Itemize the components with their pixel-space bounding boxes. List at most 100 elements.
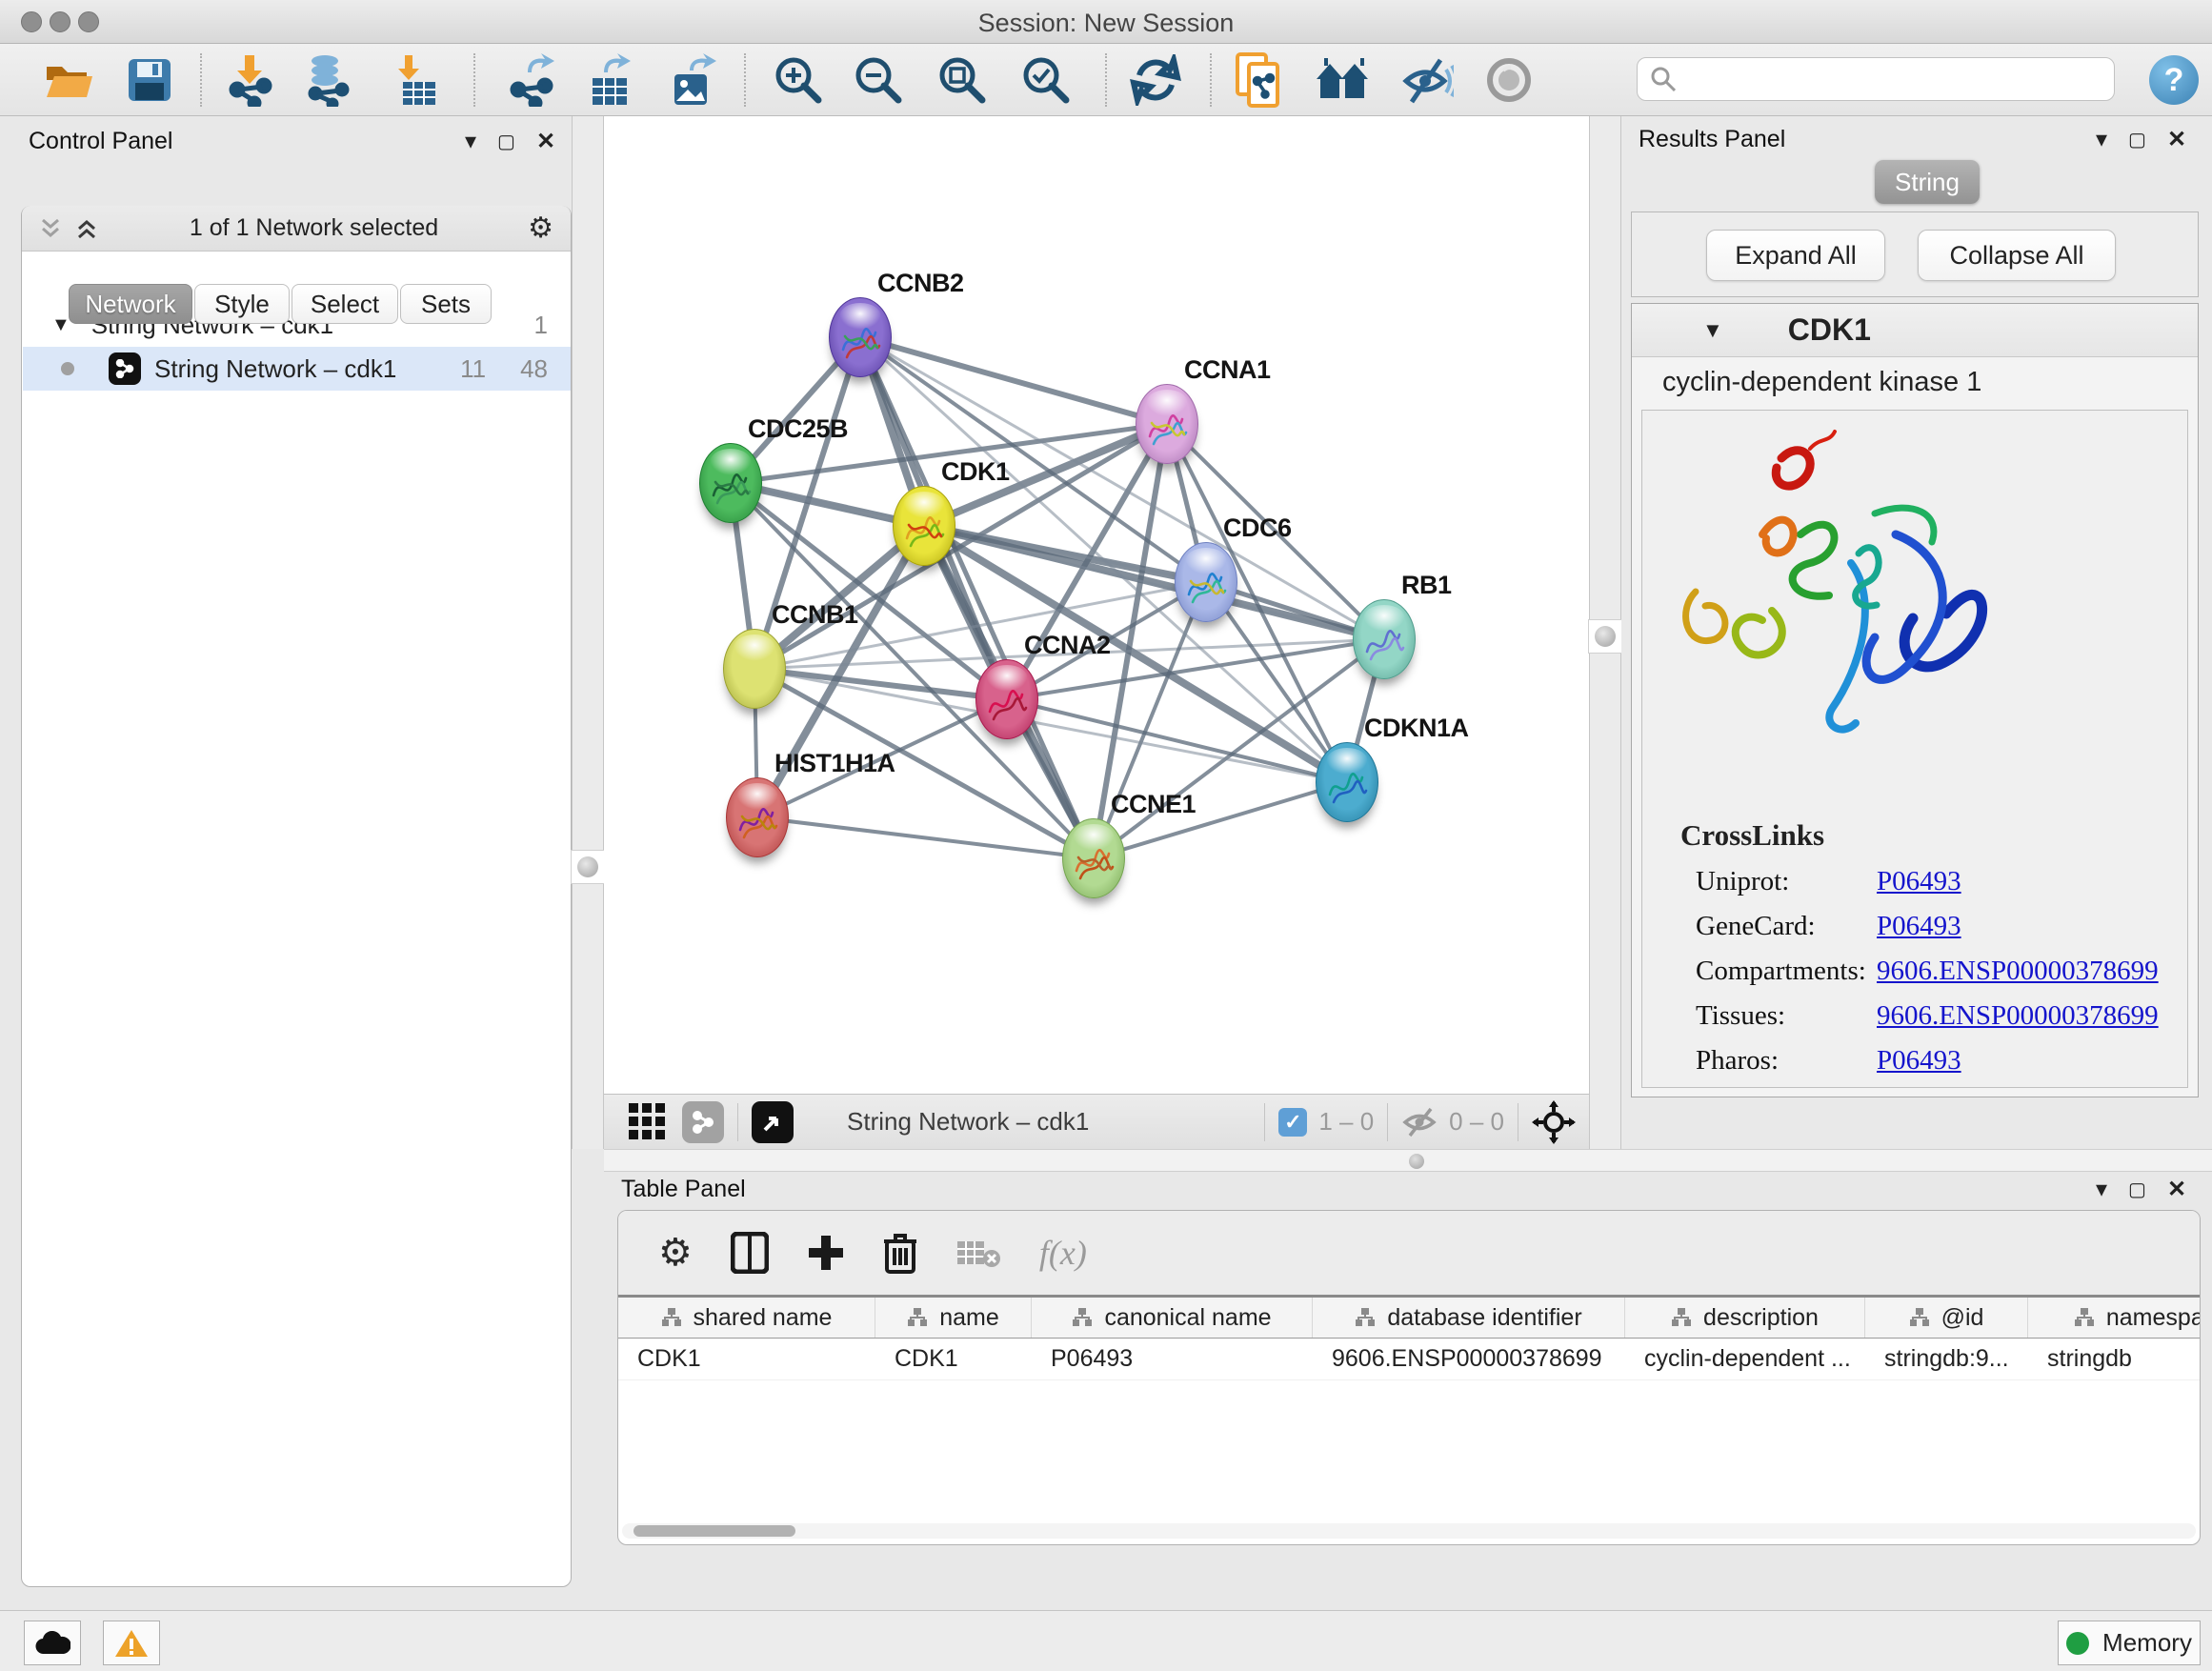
selected-checkbox-icon[interactable]: ✓	[1278, 1108, 1307, 1137]
crosslink-link[interactable]: P06493	[1877, 1045, 1961, 1077]
collapse-panel-icon[interactable]: ▾	[2096, 126, 2107, 153]
edge[interactable]	[754, 669, 1007, 699]
zoom-in-icon[interactable]	[772, 53, 825, 107]
collapse-panel-icon[interactable]: ▾	[465, 128, 476, 155]
export-network-icon[interactable]	[506, 53, 559, 107]
edge[interactable]	[860, 337, 1094, 858]
grid-view-icon[interactable]	[627, 1101, 669, 1143]
export-image-icon[interactable]	[666, 53, 719, 107]
warning-button[interactable]	[103, 1621, 160, 1665]
network-node-CCNA1[interactable]	[1136, 384, 1198, 464]
left-splitter-handle[interactable]	[571, 850, 605, 884]
edge[interactable]	[860, 337, 1384, 639]
string-view-icon[interactable]	[682, 1101, 724, 1143]
network-canvas[interactable]: CCNB2CCNA1CDC25BCDK1CDC6RB1CCNB1CCNA2CDK…	[604, 116, 1589, 1094]
network-node-CDKN1A[interactable]	[1316, 742, 1378, 822]
network-node-CCNA2[interactable]	[975, 659, 1038, 739]
first-neighbors-icon[interactable]	[1315, 53, 1368, 107]
network-node-CCNB1[interactable]	[723, 629, 786, 709]
card-caret-icon[interactable]: ▼	[1702, 318, 1723, 343]
gear-icon[interactable]: ⚙	[658, 1231, 693, 1275]
crosslink-link[interactable]: 9606.ENSP00000378699	[1877, 956, 2159, 987]
horizontal-splitter[interactable]	[604, 1149, 2212, 1172]
zoom-fit-icon[interactable]	[935, 53, 989, 107]
column-header-namespace[interactable]: namespace	[2028, 1298, 2201, 1338]
close-panel-icon[interactable]: ✕	[2167, 1176, 2186, 1203]
help-icon[interactable]: ?	[2149, 55, 2199, 105]
expand-all-button[interactable]: Expand All	[1706, 230, 1885, 281]
crosslink-link[interactable]: P06493	[1877, 911, 1961, 942]
column-header-name[interactable]: name	[875, 1298, 1032, 1338]
table-row[interactable]: CDK1CDK1P064939606.ENSP00000378699cyclin…	[618, 1339, 2200, 1380]
edge[interactable]	[757, 817, 1094, 858]
right-splitter-handle[interactable]	[1588, 619, 1622, 654]
table-header: shared namenamecanonical namedatabase id…	[618, 1295, 2200, 1339]
table-hscrollbar[interactable]	[622, 1523, 2196, 1539]
column-header-canonical-name[interactable]: canonical name	[1032, 1298, 1313, 1338]
network-node-CDK1[interactable]	[893, 486, 955, 566]
collapse-all-button[interactable]: Collapse All	[1918, 230, 2116, 281]
network-node-CCNB2[interactable]	[829, 297, 892, 377]
import-database-icon[interactable]	[301, 53, 354, 107]
column-header--id[interactable]: @id	[1865, 1298, 2028, 1338]
network-node-CCNE1[interactable]	[1062, 818, 1125, 898]
show-all-icon[interactable]	[1482, 53, 1536, 107]
delete-table-icon[interactable]	[955, 1236, 1001, 1270]
pan-crosshair-icon[interactable]	[1532, 1100, 1576, 1144]
tree-caret-icon[interactable]: ▼	[51, 314, 70, 336]
tab-sets[interactable]: Sets	[400, 284, 492, 324]
delete-icon[interactable]	[883, 1232, 917, 1274]
crosslink-link[interactable]: P06493	[1877, 866, 1961, 897]
clone-network-icon[interactable]	[1233, 53, 1286, 107]
attribute-type-icon	[1072, 1307, 1093, 1328]
open-folder-icon[interactable]	[43, 53, 96, 107]
protein-structure-thumbnail	[1183, 564, 1231, 612]
network-tree-item[interactable]: String Network – cdk1 11 48	[23, 347, 571, 391]
hide-selected-icon[interactable]	[1400, 53, 1454, 107]
scrollbar-thumb[interactable]	[633, 1525, 795, 1537]
expand-all-icon[interactable]	[73, 216, 100, 241]
crosslink-link[interactable]: 9606.ENSP00000378699	[1877, 1000, 2159, 1032]
gear-icon[interactable]: ⚙	[528, 211, 553, 245]
float-panel-icon[interactable]: ▢	[2128, 1178, 2146, 1201]
collapse-all-icon[interactable]	[37, 216, 64, 241]
network-node-CDC6[interactable]	[1175, 542, 1237, 622]
column-header-description[interactable]: description	[1625, 1298, 1865, 1338]
node-label: CDKN1A	[1364, 714, 1469, 743]
show-columns-icon[interactable]	[731, 1232, 769, 1274]
float-panel-icon[interactable]: ▢	[2128, 128, 2146, 151]
close-panel-icon[interactable]: ✕	[2167, 126, 2186, 153]
search-input[interactable]	[1676, 65, 2102, 93]
refresh-icon[interactable]	[1129, 53, 1182, 107]
collapse-panel-icon[interactable]: ▾	[2096, 1176, 2107, 1203]
import-network-icon[interactable]	[225, 53, 278, 107]
network-node-RB1[interactable]	[1353, 599, 1416, 679]
left-splitter[interactable]	[572, 116, 604, 1149]
tree-item-edge-count: 48	[520, 354, 548, 384]
import-table-icon[interactable]	[389, 53, 442, 107]
protein-structure-image	[1656, 418, 2188, 795]
network-node-HIST1H1A[interactable]	[726, 777, 789, 857]
column-header-shared-name[interactable]: shared name	[618, 1298, 875, 1338]
float-panel-icon[interactable]: ▢	[497, 130, 515, 153]
tab-select[interactable]: Select	[292, 284, 398, 324]
results-tab-string[interactable]: String	[1875, 160, 1980, 204]
birdseye-view-icon[interactable]	[752, 1101, 794, 1143]
close-panel-icon[interactable]: ✕	[536, 128, 555, 155]
column-header-database-identifier[interactable]: database identifier	[1313, 1298, 1625, 1338]
memory-button[interactable]: Memory	[2058, 1621, 2201, 1665]
selected-count: 1 – 0	[1318, 1107, 1374, 1137]
export-table-icon[interactable]	[582, 53, 635, 107]
zoom-selected-icon[interactable]	[1019, 53, 1073, 107]
node-label: CCNA1	[1184, 355, 1271, 385]
zoom-out-icon[interactable]	[852, 53, 905, 107]
right-splitter[interactable]	[1589, 116, 1621, 1149]
tab-network[interactable]: Network	[69, 284, 192, 324]
splitter-handle[interactable]	[1409, 1154, 1424, 1169]
network-node-CDC25B[interactable]	[699, 443, 762, 523]
save-icon[interactable]	[123, 53, 176, 107]
search-box[interactable]	[1637, 57, 2115, 101]
tab-style[interactable]: Style	[194, 284, 290, 324]
add-icon[interactable]	[807, 1234, 845, 1272]
cloud-button[interactable]	[24, 1621, 81, 1665]
